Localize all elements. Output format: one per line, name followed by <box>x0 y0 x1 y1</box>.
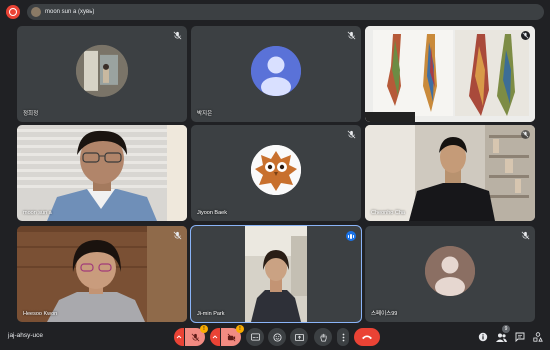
raise-hand-button[interactable] <box>314 328 332 346</box>
presenter-label: moon sun a (хувь) <box>45 9 95 15</box>
participant-video <box>191 226 361 322</box>
people-icon <box>496 333 507 342</box>
meeting-code: jaj-ahsy-uce <box>8 332 44 339</box>
activities-icon[interactable] <box>533 332 543 342</box>
participant-video <box>365 125 535 221</box>
participant-name: 정희정 <box>23 111 39 117</box>
avatar <box>251 145 301 195</box>
participant-video <box>17 226 187 322</box>
mic-off-icon <box>173 231 182 240</box>
participant-name: Cheonho Cha <box>371 210 405 216</box>
captions-button[interactable] <box>246 328 264 346</box>
participant-tile[interactable]: Heesoo Kwon <box>17 226 187 322</box>
leave-call-button[interactable] <box>354 328 380 346</box>
top-bar: moon sun a (хувь) <box>0 0 550 24</box>
participant-tile[interactable]: 정희정 <box>17 26 187 122</box>
presenter-chip[interactable]: moon sun a (хувь) <box>27 4 544 20</box>
bottom-bar: jaj-ahsy-uce ! ! 9 <box>0 324 550 350</box>
participant-video <box>17 125 187 221</box>
participant-name: 박지은 <box>197 111 213 117</box>
mic-off-icon <box>347 130 356 139</box>
info-icon[interactable] <box>478 332 488 342</box>
mic-options-button[interactable] <box>174 328 184 346</box>
avatar <box>251 46 301 96</box>
participant-tile[interactable]: Ji-min Park <box>190 225 362 323</box>
participant-name: Jiyoon Baek <box>197 210 227 216</box>
mic-off-icon <box>191 333 199 341</box>
mic-warning-badge: ! <box>200 325 208 333</box>
mic-off-icon <box>347 31 356 40</box>
more-vert-icon <box>342 333 344 341</box>
people-count-badge: 9 <box>502 325 510 333</box>
raise-hand-icon <box>319 333 327 341</box>
participant-tile[interactable]: 박지은 <box>191 26 361 122</box>
mic-off-icon <box>521 130 530 139</box>
camera-warning-badge: ! <box>236 325 244 333</box>
participant-name: moon sun a <box>23 210 52 216</box>
emoji-button[interactable] <box>268 328 286 346</box>
camera-button[interactable]: ! <box>221 325 244 346</box>
participant-name: Ji-min Park <box>197 311 225 317</box>
end-call-icon <box>362 335 372 340</box>
mic-off-icon <box>173 31 182 40</box>
shared-screen-photo <box>365 26 535 122</box>
captions-icon <box>250 333 260 341</box>
present-icon <box>294 333 304 341</box>
people-button[interactable]: 9 <box>495 325 510 344</box>
chevron-up-icon <box>176 335 182 339</box>
owl-leaf-icon <box>251 145 301 195</box>
avatar <box>76 44 128 97</box>
microphone-button[interactable]: ! <box>185 325 208 346</box>
avatar <box>425 246 475 296</box>
chat-icon[interactable] <box>515 332 525 342</box>
record-icon[interactable] <box>6 5 20 19</box>
present-button[interactable] <box>290 328 308 346</box>
mic-off-icon <box>521 31 530 40</box>
camera-options-button[interactable] <box>210 328 220 346</box>
emoji-icon <box>272 332 282 342</box>
speaking-indicator-icon <box>346 231 356 241</box>
participant-name: 스페이스99 <box>371 311 398 317</box>
participant-tile[interactable]: moon sun a <box>17 125 187 221</box>
participant-tile[interactable]: 스페이스99 <box>365 226 535 322</box>
participant-tile[interactable]: Jiyoon Baek <box>191 125 361 221</box>
participant-tile[interactable] <box>365 26 535 122</box>
chevron-up-icon <box>212 335 218 339</box>
participant-name: Heesoo Kwon <box>23 311 58 317</box>
mic-off-icon <box>521 231 530 240</box>
camera-off-icon <box>227 333 235 341</box>
more-options-button[interactable] <box>337 328 349 346</box>
participant-tile[interactable]: Cheonho Cha <box>365 125 535 221</box>
presenter-avatar <box>31 7 41 17</box>
